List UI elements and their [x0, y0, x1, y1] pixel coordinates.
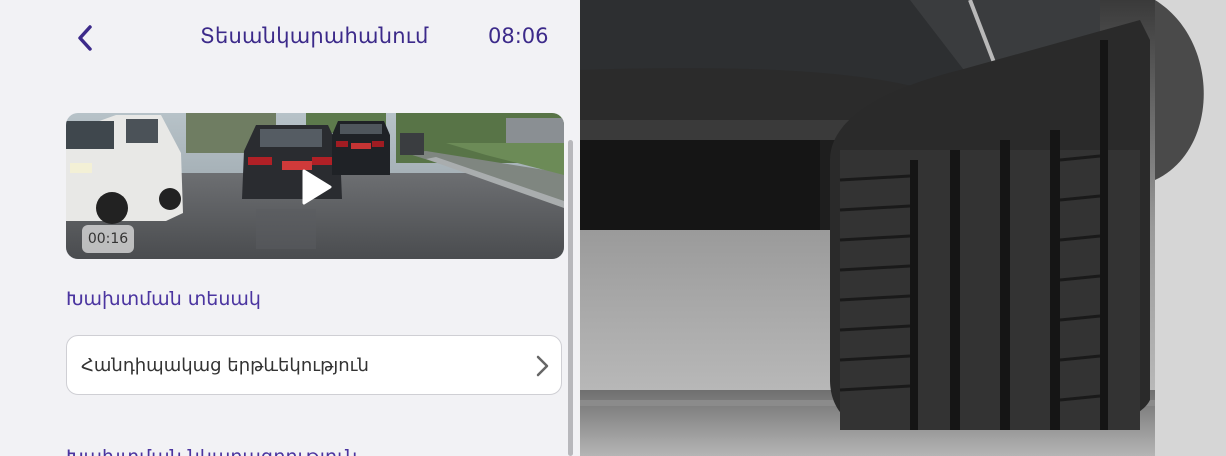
chevron-left-icon	[78, 25, 92, 51]
header-bar: Տեսանկարահանում 08:06	[0, 0, 578, 76]
clock-time: 08:06	[488, 24, 549, 48]
back-button[interactable]	[68, 20, 102, 56]
tire-photo	[580, 0, 1226, 456]
tire-image	[580, 0, 1226, 456]
play-button[interactable]	[298, 167, 334, 207]
chevron-right-icon	[536, 355, 549, 377]
app-screen: Տեսանկարահանում 08:06 00:16 Խախտման տեսա…	[0, 0, 578, 456]
description-label: Խախտման նկարագրություն	[66, 446, 357, 456]
video-preview[interactable]: 00:16	[66, 113, 564, 259]
video-duration-badge: 00:16	[82, 225, 134, 253]
incident-type-label: Խախտման տեսակ	[66, 288, 261, 310]
incident-type-select[interactable]: Հանդիպակաց երթևեկություն	[66, 335, 562, 395]
play-icon	[302, 169, 332, 205]
page-title: Տեսանկարահանում	[200, 24, 429, 48]
incident-type-value: Հանդիպակաց երթևեկություն	[81, 355, 369, 376]
scrollbar[interactable]	[568, 140, 573, 456]
